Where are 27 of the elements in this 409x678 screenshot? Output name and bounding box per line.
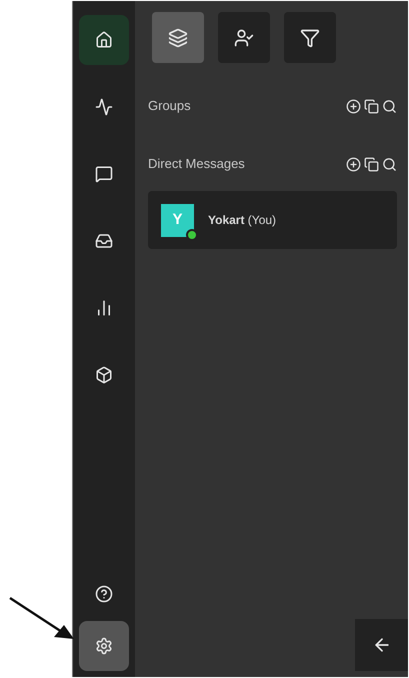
search-icon[interactable] bbox=[382, 156, 397, 172]
bar-chart-icon bbox=[95, 299, 113, 317]
box-icon bbox=[95, 366, 113, 384]
chat-icon bbox=[95, 165, 113, 183]
pointer-arrow bbox=[8, 596, 74, 640]
section-title: Groups bbox=[148, 97, 191, 116]
user-check-icon bbox=[234, 28, 254, 48]
view-tab[interactable] bbox=[284, 12, 336, 63]
layers-icon bbox=[168, 28, 188, 48]
settings-icon bbox=[95, 637, 113, 655]
rail-button[interactable] bbox=[79, 621, 129, 671]
help-icon bbox=[95, 585, 113, 603]
section-title: Direct Messages bbox=[148, 155, 245, 174]
view-tab[interactable] bbox=[152, 12, 204, 63]
search-icon[interactable] bbox=[382, 98, 397, 114]
add-icon[interactable] bbox=[346, 156, 361, 172]
home-icon bbox=[95, 31, 113, 49]
copy-icon[interactable] bbox=[364, 156, 379, 172]
rail-button[interactable] bbox=[79, 15, 129, 65]
add-icon[interactable] bbox=[346, 98, 361, 114]
view-tab[interactable] bbox=[218, 12, 270, 63]
contact-name: Yokart (You) bbox=[208, 212, 276, 229]
copy-icon[interactable] bbox=[364, 98, 379, 114]
contact-row[interactable]: Y Yokart (You) bbox=[148, 191, 397, 249]
filter-icon bbox=[300, 28, 320, 48]
activity-icon bbox=[95, 98, 113, 116]
inbox-icon bbox=[95, 232, 113, 250]
